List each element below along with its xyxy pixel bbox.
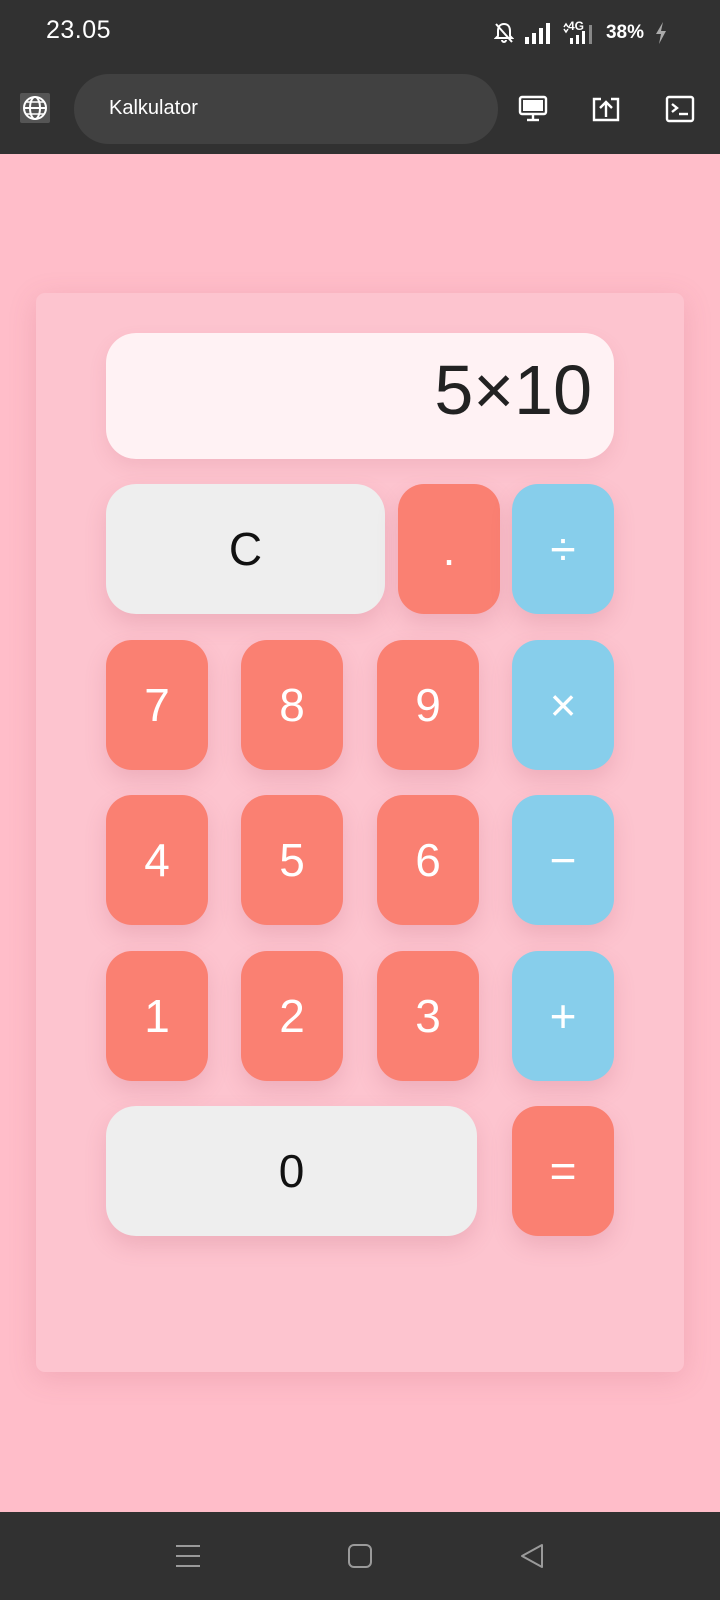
calculator-display: 5×10	[106, 333, 614, 459]
digit-4-button[interactable]: 4	[106, 795, 208, 925]
equals-button[interactable]: =	[512, 1106, 614, 1236]
app-bar: Kalkulator	[0, 66, 720, 154]
network-4g-icon: 4G	[562, 19, 596, 45]
desktop-icon[interactable]	[516, 92, 550, 126]
signal-icon	[524, 22, 552, 44]
digit-2-button[interactable]: 2	[241, 951, 343, 1081]
page-title: Kalkulator	[109, 97, 198, 119]
digit-3-button[interactable]: 3	[377, 951, 479, 1081]
divide-button[interactable]: ÷	[512, 484, 614, 614]
navigation-bar	[0, 1512, 720, 1600]
clear-button[interactable]: C	[106, 484, 385, 614]
digit-6-button[interactable]: 6	[377, 795, 479, 925]
title-field[interactable]: Kalkulator	[74, 74, 498, 144]
bell-off-icon	[493, 22, 514, 44]
display-value: 5×10	[434, 351, 592, 429]
status-time: 23.05	[46, 16, 112, 44]
terminal-icon[interactable]	[663, 92, 697, 126]
digit-0-button[interactable]: 0	[106, 1106, 477, 1236]
digit-5-button[interactable]: 5	[241, 795, 343, 925]
digit-9-button[interactable]: 9	[377, 640, 479, 770]
home-icon[interactable]	[340, 1538, 380, 1574]
battery-charging-icon	[654, 21, 668, 45]
menu-icon[interactable]	[168, 1538, 208, 1574]
network-label: 4G	[567, 19, 584, 33]
back-icon[interactable]	[512, 1538, 552, 1574]
multiply-button[interactable]: ×	[512, 640, 614, 770]
digit-1-button[interactable]: 1	[106, 951, 208, 1081]
share-icon[interactable]	[589, 92, 623, 126]
minus-button[interactable]: −	[512, 795, 614, 925]
globe-icon[interactable]	[20, 93, 50, 123]
status-bar: 23.05 4G 38%	[0, 0, 720, 66]
plus-button[interactable]: +	[512, 951, 614, 1081]
digit-7-button[interactable]: 7	[106, 640, 208, 770]
status-icons: 4G 38%	[493, 18, 668, 48]
decimal-button[interactable]: .	[398, 484, 500, 614]
digit-8-button[interactable]: 8	[241, 640, 343, 770]
battery-percent: 38%	[605, 22, 644, 43]
